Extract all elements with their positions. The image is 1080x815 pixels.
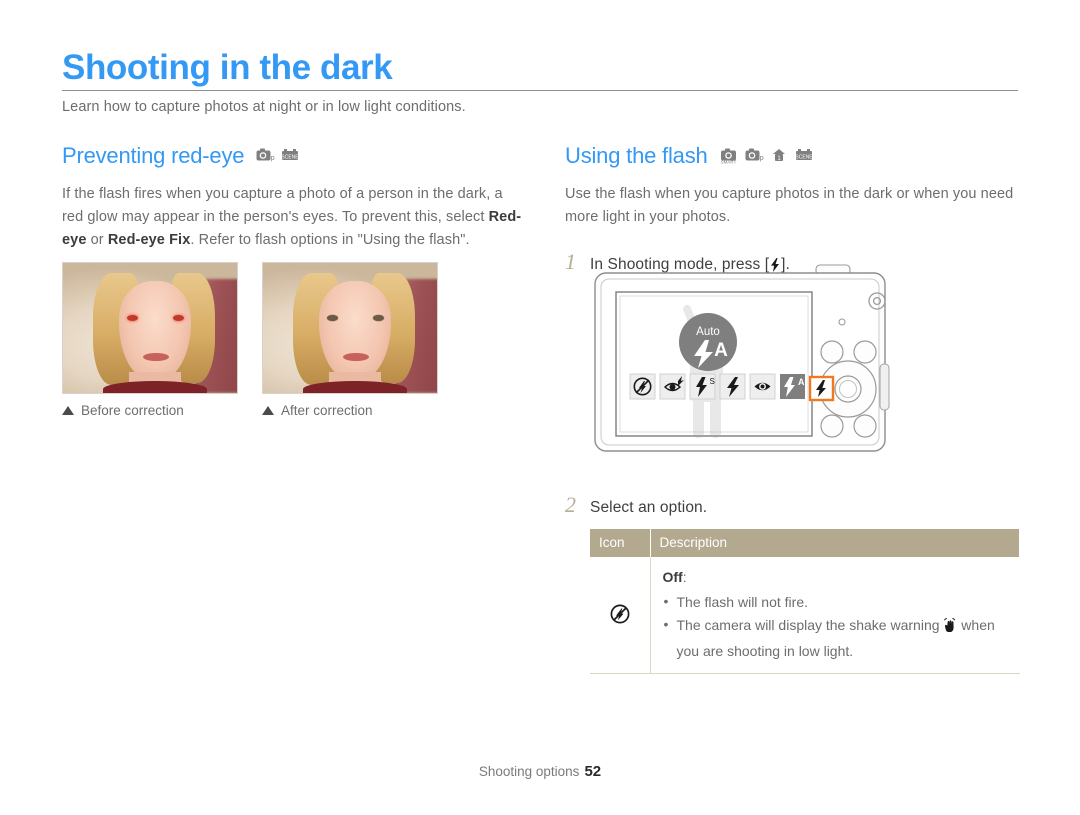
photo-after-wrapper: After correction bbox=[262, 262, 438, 418]
left-text-part1: If the flash fires when you capture a ph… bbox=[62, 186, 503, 225]
svg-text:SCENE: SCENE bbox=[282, 154, 300, 160]
triangle-bullet-icon bbox=[262, 406, 274, 415]
footer-section-label: Shooting options bbox=[478, 764, 580, 779]
list-item: The camera will display the shake warnin… bbox=[663, 613, 1020, 663]
comparison-photos: Before correction After correction bbox=[62, 262, 438, 418]
right-column: Using the flash SMART p 1 SCENE Use the … bbox=[565, 143, 1020, 277]
scene-mode-icon: SCENE bbox=[281, 147, 300, 164]
page-lede: Learn how to capture photos at night or … bbox=[62, 99, 466, 115]
option-name: Off bbox=[662, 569, 683, 585]
caption-text: After correction bbox=[281, 403, 373, 418]
svg-text:S: S bbox=[710, 377, 715, 386]
svg-text:SMART: SMART bbox=[720, 159, 736, 164]
option-bullet-list: The flash will not fire. The camera will… bbox=[663, 590, 1020, 663]
flash-button-highlight bbox=[808, 375, 835, 402]
title-divider bbox=[62, 90, 1018, 91]
camera-illustration: Auto A S A bbox=[592, 264, 910, 462]
left-column: Preventing red-eye p SCENE If the flash … bbox=[62, 143, 522, 252]
smart-auto-mode-icon: SMART bbox=[720, 147, 739, 164]
list-item: The flash will not fire. bbox=[663, 590, 1020, 614]
shake-warning-icon bbox=[943, 617, 957, 640]
column-header-description: Description bbox=[650, 529, 1020, 557]
dual-is-mode-icon: 1 bbox=[770, 147, 789, 164]
left-text-part3: . Refer to flash options in "Using the f… bbox=[190, 232, 470, 248]
option-name-suffix: : bbox=[682, 569, 687, 585]
caption-text: Before correction bbox=[81, 403, 184, 418]
photo-before-caption: Before correction bbox=[62, 403, 238, 418]
page-title: Shooting in the dark bbox=[62, 48, 393, 87]
photo-before-wrapper: Before correction bbox=[62, 262, 238, 418]
table-header-row: Icon Description bbox=[590, 529, 1020, 557]
triangle-bullet-icon bbox=[62, 406, 74, 415]
svg-text:Auto: Auto bbox=[696, 326, 720, 338]
photo-after-correction bbox=[262, 262, 438, 394]
column-header-icon: Icon bbox=[590, 529, 651, 557]
flash-off-icon bbox=[609, 604, 631, 628]
svg-text:A: A bbox=[714, 340, 728, 361]
flash-options-table: Icon Description Off: • The flash will n… bbox=[590, 529, 1020, 674]
left-text-part2: or bbox=[86, 232, 108, 248]
mode-icon-group: p SCENE bbox=[256, 147, 300, 166]
photo-before-correction bbox=[62, 262, 238, 394]
svg-text:p: p bbox=[759, 155, 763, 162]
step-1-number: 1 bbox=[565, 249, 576, 274]
section-title: Using the flash bbox=[565, 143, 708, 168]
step-2: 2 Select an option. bbox=[565, 492, 1020, 518]
left-body-text: If the flash fires when you capture a ph… bbox=[62, 183, 522, 252]
program-mode-icon: p bbox=[256, 147, 275, 164]
manual-page: Shooting in the dark Learn how to captur… bbox=[0, 0, 1080, 815]
svg-text:p: p bbox=[271, 155, 275, 162]
right-intro-text: Use the flash when you capture photos in… bbox=[565, 186, 1014, 225]
left-bold-red-eye-fix: Red-eye Fix bbox=[107, 232, 191, 248]
mode-icon-group: SMART p 1 SCENE bbox=[720, 147, 814, 166]
table-row: Off: The flash will not fire. The camera… bbox=[590, 557, 1020, 674]
section-header-using-the-flash: Using the flash SMART p 1 SCENE bbox=[565, 143, 1020, 169]
row-icon-cell bbox=[590, 557, 651, 674]
step-2-block: 2 Select an option. Icon Description Off… bbox=[565, 492, 1020, 674]
section-title: Preventing red-eye bbox=[62, 143, 245, 168]
scene-mode-icon: SCENE bbox=[795, 147, 814, 164]
section-header-preventing-red-eye: Preventing red-eye p SCENE bbox=[62, 143, 522, 169]
program-mode-icon: p bbox=[745, 147, 764, 164]
row-description-cell: Off: The flash will not fire. The camera… bbox=[650, 557, 1020, 674]
page-footer: Shooting options 52 bbox=[0, 763, 1080, 780]
footer-page-number: 52 bbox=[584, 763, 602, 780]
step-2-number: 2 bbox=[565, 492, 576, 517]
svg-text:A: A bbox=[798, 377, 805, 387]
photo-after-caption: After correction bbox=[262, 403, 438, 418]
svg-text:SCENE: SCENE bbox=[795, 154, 813, 160]
step-2-text: Select an option. bbox=[590, 499, 708, 516]
